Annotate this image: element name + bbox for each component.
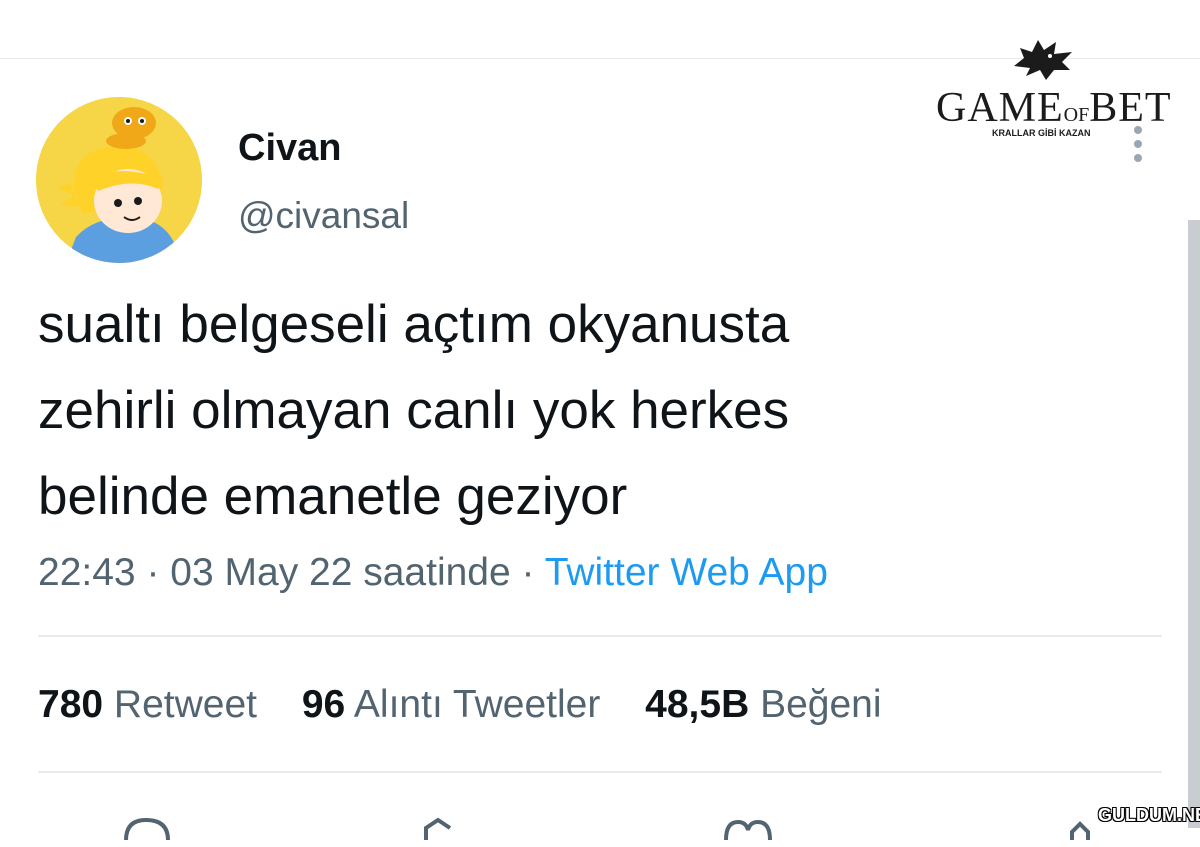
site-watermark: GULDUM.NET [1098,805,1200,825]
divider [38,635,1162,637]
logo-wordmark: GAMEOFBET [936,84,1172,132]
game-of-bet-logo: GAMEOFBET KRALLAR GİBİ KAZAN [930,36,1171,146]
likes-count: 48,5B [645,683,750,726]
retweet-icon [424,817,452,840]
reply-icon [124,817,170,841]
retweet-stat[interactable]: 780 Retweet [38,680,257,730]
tweet-text-line: zehirli olmayan canlı yok herkes [38,381,790,440]
meta-separator: · [146,551,160,594]
logo-word-of: OF [1063,104,1090,126]
retweet-button[interactable] [420,812,470,842]
tweet-text-line: sualtı belgeseli açtım okyanusta [38,295,790,354]
tweet-source-link[interactable]: Twitter Web App [545,551,828,594]
wolf-head-icon [1014,40,1072,80]
retweet-count: 780 [38,683,104,726]
divider [38,771,1162,773]
meta-separator: · [521,551,535,594]
likes-label: Beğeni [760,683,882,726]
tweet-time[interactable]: 22:43 [38,551,136,594]
likes-stat[interactable]: 48,5B Beğeni [645,680,881,730]
logo-word-bet: BET [1089,85,1172,131]
author-name[interactable]: Civan [238,126,341,170]
like-icon [724,819,772,841]
logo-tagline: KRALLAR GİBİ KAZAN [992,128,1091,138]
like-button[interactable] [722,812,772,842]
tweet-text-line: belinde emanetle geziyor [38,467,628,526]
author-handle[interactable]: @civansal [238,194,409,238]
tweet-text: sualtı belgeseli açtım okyanusta zehirli… [38,282,1118,540]
retweet-label: Retweet [113,683,257,726]
reply-button[interactable] [122,812,172,842]
tweet-meta: 22:43 · 03 May 22 saatinde · Twitter Web… [38,547,828,599]
quote-label: Alıntı Tweetler [353,683,601,726]
tweet-date[interactable]: 03 May 22 saatinde [170,551,510,594]
quote-count: 96 [301,683,346,726]
scrollbar[interactable] [1188,220,1200,828]
quote-tweets-stat[interactable]: 96 Alıntı Tweetler [302,680,600,730]
cartoon-avatar-icon [36,97,202,263]
avatar[interactable] [36,97,202,263]
logo-word-game: GAME [936,85,1064,131]
tweet-stats: 780 Retweet 96 Alıntı Tweetler 48,5B Beğ… [38,680,916,730]
